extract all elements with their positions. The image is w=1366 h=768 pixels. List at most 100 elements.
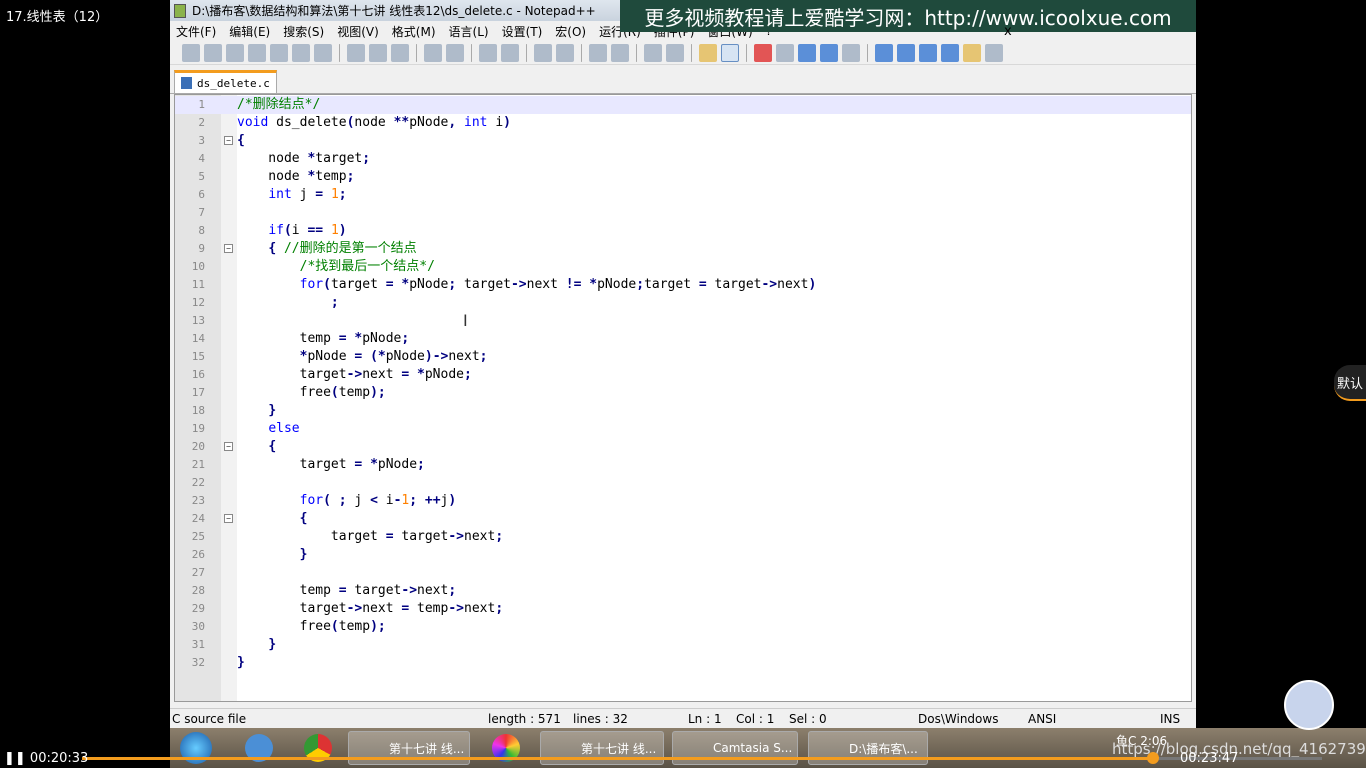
toolbar-button[interactable]	[721, 43, 739, 62]
status-file-type: C source file	[172, 711, 247, 726]
code-line[interactable]: 28 temp = target->next;	[175, 582, 1191, 600]
toolbar-button[interactable]	[314, 43, 332, 62]
toolbar-button[interactable]	[875, 43, 893, 62]
code-text: for( ; j < i-1; ++j)	[299, 493, 457, 508]
menu-item[interactable]: 设置(T)	[502, 23, 543, 40]
code-line[interactable]: 25 target = target->next;	[175, 528, 1191, 546]
toolbar-button[interactable]	[204, 43, 222, 62]
code-line[interactable]: 16 target->next = *pNode;	[175, 366, 1191, 384]
toolbar-button[interactable]	[248, 43, 266, 62]
code-line[interactable]: 19 else	[175, 420, 1191, 438]
code-line[interactable]: 29 target->next = temp->next;	[175, 600, 1191, 618]
toolbar-button[interactable]	[501, 43, 519, 62]
code-line[interactable]: 21 target = *pNode;	[175, 456, 1191, 474]
code-line[interactable]: 2 void ds_delete(node **pNode, int i)	[175, 114, 1191, 132]
avatar[interactable]	[1284, 680, 1334, 730]
menu-item[interactable]: 格式(M)	[392, 23, 436, 40]
code-line[interactable]: 13	[175, 312, 1191, 330]
toolbar-button[interactable]	[919, 43, 937, 62]
video-progress-bar[interactable]	[82, 757, 1322, 760]
status-ln: Ln : 1	[688, 711, 722, 726]
status-length: length : 571	[488, 711, 561, 726]
code-line[interactable]: 15 *pNode = (*pNode)->next;	[175, 348, 1191, 366]
code-line[interactable]: 11 for(target = *pNode; target->next != …	[175, 276, 1191, 294]
toolbar-button[interactable]	[424, 43, 442, 62]
menu-item[interactable]: 编辑(E)	[229, 23, 270, 40]
toolbar-button[interactable]	[941, 43, 959, 62]
code-line[interactable]: 24 − {	[175, 510, 1191, 528]
status-bar: C source file length : 571 lines : 32 Ln…	[170, 708, 1196, 728]
toolbar-separator	[339, 43, 340, 62]
code-line[interactable]: 27	[175, 564, 1191, 582]
code-line[interactable]: 31 }	[175, 636, 1191, 654]
code-line[interactable]: 7	[175, 204, 1191, 222]
fold-toggle-icon[interactable]: −	[224, 136, 233, 145]
tab-ds-delete[interactable]: ds_delete.c	[174, 70, 277, 93]
fold-toggle-icon[interactable]: −	[224, 514, 233, 523]
line-number: 26	[191, 548, 205, 561]
toolbar-button[interactable]	[963, 43, 981, 62]
code-line[interactable]: 3 −{	[175, 132, 1191, 150]
toolbar-button[interactable]	[611, 43, 629, 62]
code-line[interactable]: 9 − { //删除的是第一个结点	[175, 240, 1191, 258]
toolbar-button[interactable]	[479, 43, 497, 62]
code-text: node *temp;	[237, 169, 355, 184]
code-line[interactable]: 18 }	[175, 402, 1191, 420]
close-doc-button[interactable]: x	[1004, 24, 1012, 39]
toolbar-button[interactable]	[897, 43, 915, 62]
toolbar-button[interactable]	[347, 43, 365, 62]
menu-item[interactable]: 语言(L)	[449, 23, 489, 40]
toolbar-separator	[746, 43, 747, 62]
code-line[interactable]: 23 for( ; j < i-1; ++j)	[175, 492, 1191, 510]
line-number: 24	[191, 512, 205, 525]
code-line[interactable]: 17 free(temp);	[175, 384, 1191, 402]
code-line[interactable]: 8 if(i == 1)	[175, 222, 1191, 240]
toolbar-button[interactable]	[798, 43, 816, 62]
code-line[interactable]: 6 int j = 1;	[175, 186, 1191, 204]
toolbar-button[interactable]	[369, 43, 387, 62]
toolbar-separator	[471, 43, 472, 62]
quality-button[interactable]: 默认	[1334, 365, 1366, 401]
code-line[interactable]: 12 ;	[175, 294, 1191, 312]
code-line[interactable]: 4 node *target;	[175, 150, 1191, 168]
code-line[interactable]: 10 /*找到最后一个结点*/	[175, 258, 1191, 276]
menu-item[interactable]: 文件(F)	[176, 23, 216, 40]
status-sel: Sel : 0	[789, 711, 827, 726]
toolbar-button[interactable]	[589, 43, 607, 62]
code-line[interactable]: 26 }	[175, 546, 1191, 564]
toolbar-button[interactable]	[182, 43, 200, 62]
code-line[interactable]: 20 − {	[175, 438, 1191, 456]
toolbar-button[interactable]	[820, 43, 838, 62]
code-text: target = *pNode;	[237, 457, 425, 472]
code-line[interactable]: 30 free(temp);	[175, 618, 1191, 636]
code-line[interactable]: 32}	[175, 654, 1191, 672]
code-editor[interactable]: 1 /*删除结点*/ 2 void ds_delete(node **pNode, i…	[174, 94, 1192, 702]
menu-item[interactable]: 视图(V)	[337, 23, 379, 40]
toolbar-separator	[636, 43, 637, 62]
toolbar-button[interactable]	[226, 43, 244, 62]
code-text: target->next = temp->next;	[237, 601, 504, 616]
toolbar-button[interactable]	[666, 43, 684, 62]
toolbar-button[interactable]	[699, 43, 717, 62]
toolbar-button[interactable]	[985, 43, 1003, 62]
code-line[interactable]: 14 temp = *pNode;	[175, 330, 1191, 348]
toolbar-button[interactable]	[754, 43, 772, 62]
toolbar-button[interactable]	[391, 43, 409, 62]
line-number: 20	[191, 440, 205, 453]
code-text: int j = 1;	[268, 187, 347, 202]
toolbar-button[interactable]	[776, 43, 794, 62]
toolbar-button[interactable]	[292, 43, 310, 62]
toolbar-button[interactable]	[534, 43, 552, 62]
fold-toggle-icon[interactable]: −	[224, 244, 233, 253]
toolbar-button[interactable]	[842, 43, 860, 62]
code-line[interactable]: 1 /*删除结点*/	[175, 96, 1191, 114]
menu-item[interactable]: 搜索(S)	[283, 23, 324, 40]
code-line[interactable]: 5 node *temp;	[175, 168, 1191, 186]
toolbar-button[interactable]	[644, 43, 662, 62]
code-line[interactable]: 22	[175, 474, 1191, 492]
menu-item[interactable]: 宏(O)	[555, 23, 586, 40]
fold-toggle-icon[interactable]: −	[224, 442, 233, 451]
toolbar-button[interactable]	[270, 43, 288, 62]
toolbar-button[interactable]	[446, 43, 464, 62]
toolbar-button[interactable]	[556, 43, 574, 62]
